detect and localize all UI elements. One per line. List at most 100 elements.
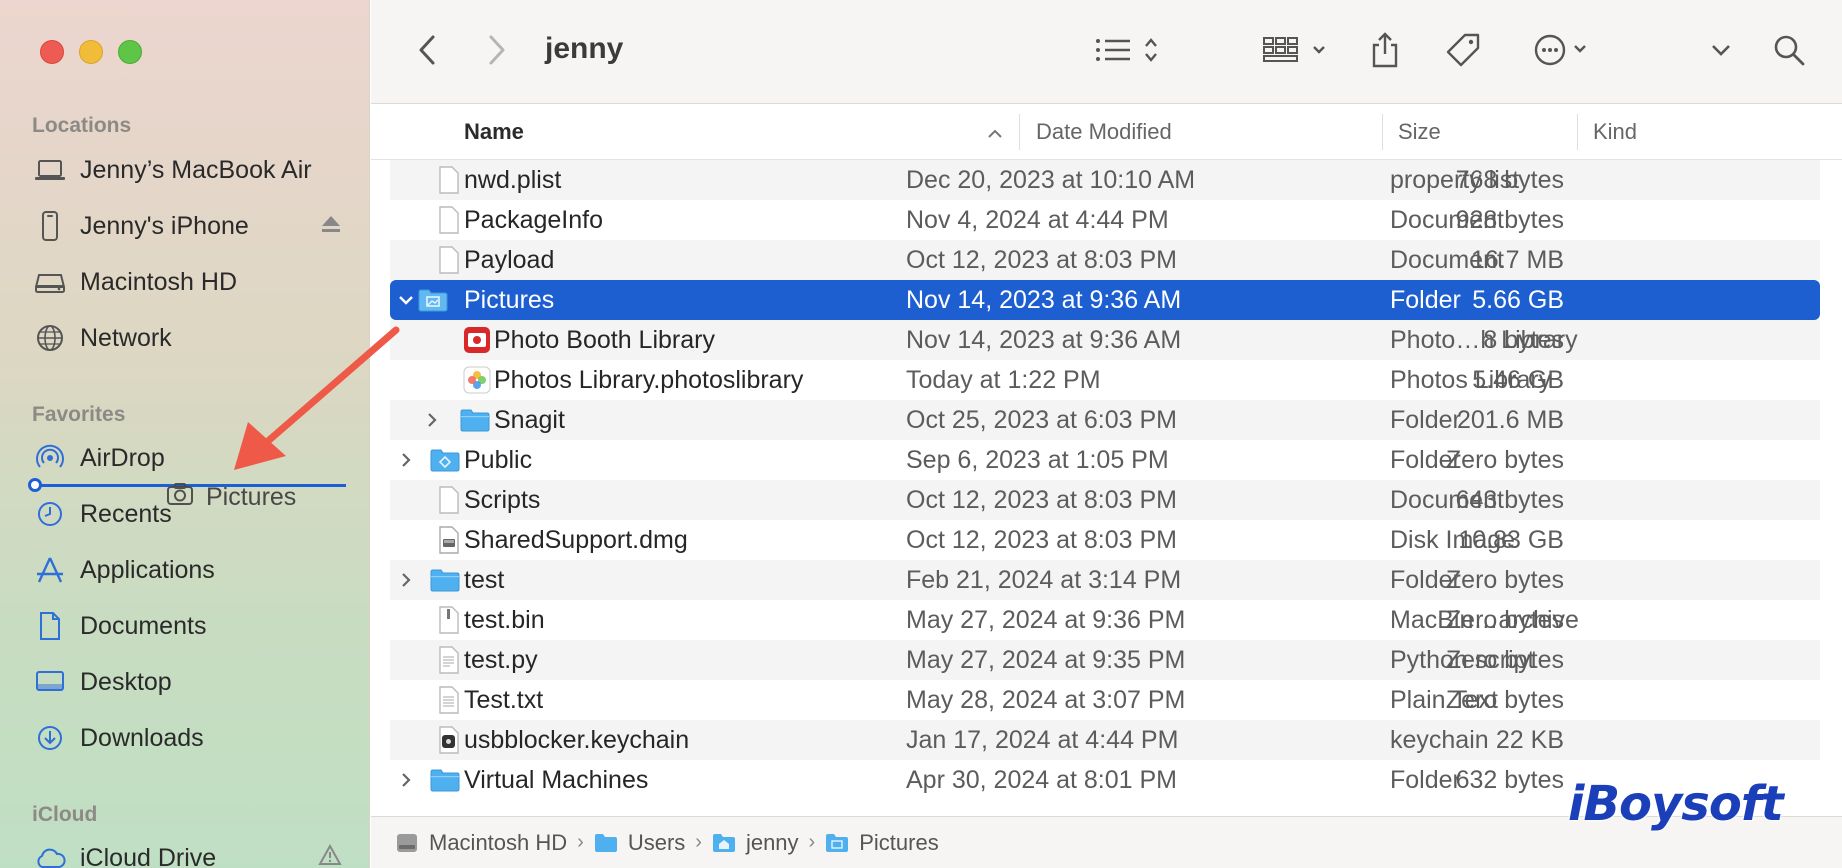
- column-date-header[interactable]: Date Modified: [1036, 119, 1172, 145]
- toolbar-overflow-button[interactable]: [1699, 30, 1743, 74]
- file-row-nwd-plist[interactable]: nwd.plist Dec 20, 2023 at 10:10 AM 768 b…: [390, 160, 1820, 200]
- photos-library-icon: [462, 364, 492, 396]
- disclosure-collapsed-icon[interactable]: [422, 410, 442, 430]
- clock-icon: [34, 498, 66, 530]
- file-size: 632 bytes: [1455, 765, 1564, 794]
- search-button[interactable]: [1767, 30, 1811, 74]
- sidebar-item-icloud-drive[interactable]: iCloud Drive: [34, 840, 354, 868]
- file-row-test-py[interactable]: test.py May 27, 2024 at 9:35 PM Zero byt…: [390, 640, 1820, 680]
- warning-icon: [318, 843, 342, 868]
- sidebar-item-network[interactable]: Network: [34, 320, 354, 356]
- script-icon: [434, 644, 464, 676]
- column-divider[interactable]: [1577, 114, 1578, 150]
- more-actions-button[interactable]: [1529, 30, 1599, 74]
- column-header: Name Date Modified Size Kind: [371, 104, 1842, 160]
- sidebar-item-macintosh-hd[interactable]: Macintosh HD: [34, 264, 354, 300]
- file-date: Oct 12, 2023 at 8:03 PM: [906, 485, 1177, 514]
- sidebar-item-applications[interactable]: Applications: [34, 552, 354, 588]
- file-row-snagit[interactable]: Snagit Oct 25, 2023 at 6:03 PM 201.6 MB …: [390, 400, 1820, 440]
- sidebar-item-iphone[interactable]: Jenny's iPhone: [34, 208, 354, 244]
- file-row-usbblocker-keychain[interactable]: usbblocker.keychain Jan 17, 2024 at 4:44…: [390, 720, 1820, 760]
- view-mode-button[interactable]: [1089, 30, 1169, 74]
- file-kind: Photo…h Library: [1390, 325, 1578, 354]
- forward-button[interactable]: [475, 30, 519, 74]
- search-icon: [1772, 33, 1806, 72]
- document-icon: [34, 610, 66, 642]
- file-row-photo-booth-library[interactable]: Photo Booth Library Nov 14, 2023 at 9:36…: [390, 320, 1820, 360]
- chevron-right-icon: ›: [695, 831, 702, 853]
- path-segment-macintosh-hd[interactable]: Macintosh HD: [395, 830, 567, 856]
- disclosure-collapsed-icon[interactable]: [396, 450, 416, 470]
- sidebar-item-macbook[interactable]: Jenny’s MacBook Air: [34, 152, 354, 188]
- path-segment-pictures[interactable]: Pictures: [825, 829, 939, 856]
- file-row-test[interactable]: test Feb 21, 2024 at 3:14 PM Zero bytes …: [390, 560, 1820, 600]
- photo-booth-icon: [462, 324, 492, 356]
- close-window-button[interactable]: [40, 40, 64, 64]
- file-row-test-bin[interactable]: test.bin May 27, 2024 at 9:36 PM Zero by…: [390, 600, 1820, 640]
- sidebar-item-label: AirDrop: [80, 443, 165, 472]
- disclosure-expanded-icon[interactable]: [396, 290, 416, 310]
- disclosure-collapsed-icon[interactable]: [396, 770, 416, 790]
- sort-ascending-icon[interactable]: [987, 126, 1003, 144]
- desktop-icon: [34, 666, 66, 698]
- file-kind: Folder: [1390, 285, 1461, 314]
- file-row-scripts[interactable]: Scripts Oct 12, 2023 at 8:03 PM 643 byte…: [390, 480, 1820, 520]
- sidebar-item-airdrop[interactable]: AirDrop: [34, 440, 354, 476]
- share-button[interactable]: [1363, 30, 1407, 74]
- tag-icon: [1445, 32, 1481, 73]
- file-icon: [434, 204, 464, 236]
- toolbar: jenny: [371, 0, 1842, 104]
- file-row-packageinfo[interactable]: PackageInfo Nov 4, 2024 at 4:44 PM 928 b…: [390, 200, 1820, 240]
- applications-icon: [34, 554, 66, 586]
- file-name: Public: [464, 445, 533, 474]
- disk-icon: [34, 266, 66, 298]
- file-row-payload[interactable]: Payload Oct 12, 2023 at 8:03 PM 16.7 MB …: [390, 240, 1820, 280]
- minimize-window-button[interactable]: [79, 40, 103, 64]
- file-kind: Photos Library: [1390, 365, 1552, 394]
- tag-button[interactable]: [1441, 30, 1485, 74]
- eject-icon[interactable]: [320, 212, 342, 241]
- file-row-test-txt[interactable]: Test.txt May 28, 2024 at 3:07 PM Zero by…: [390, 680, 1820, 720]
- chevron-right-icon: [487, 34, 507, 71]
- disclosure-collapsed-icon[interactable]: [396, 570, 416, 590]
- sidebar-section-locations: Locations: [32, 114, 132, 137]
- file-row-photos-library[interactable]: Photos Library.photoslibrary Today at 1:…: [390, 360, 1820, 400]
- laptop-icon: [34, 154, 66, 186]
- path-segment-label: Pictures: [859, 829, 939, 855]
- column-size-header[interactable]: Size: [1398, 119, 1441, 145]
- file-name: PackageInfo: [464, 205, 603, 234]
- cloud-icon: [34, 842, 66, 868]
- sidebar-item-label: Jenny's iPhone: [80, 211, 249, 240]
- sidebar: Locations Jenny’s MacBook Air Jenny's iP…: [0, 0, 370, 868]
- file-name: test.py: [464, 645, 538, 674]
- watermark-logo: iBoysoft: [1568, 776, 1784, 832]
- zoom-window-button[interactable]: [118, 40, 142, 64]
- back-button[interactable]: [405, 30, 449, 74]
- file-kind: Folder: [1390, 405, 1461, 434]
- sidebar-item-desktop[interactable]: Desktop: [34, 664, 354, 700]
- path-segment-label: Users: [627, 829, 686, 855]
- camera-icon: [166, 482, 196, 512]
- pictures-folder-icon: [825, 831, 851, 855]
- sidebar-item-documents[interactable]: Documents: [34, 608, 354, 644]
- path-segment-users[interactable]: Users: [594, 830, 685, 856]
- file-icon: [434, 484, 464, 516]
- column-kind-header[interactable]: Kind: [1593, 119, 1637, 145]
- file-kind: Document: [1390, 485, 1504, 514]
- file-date: Oct 12, 2023 at 8:03 PM: [906, 525, 1177, 554]
- file-date: May 27, 2024 at 9:36 PM: [906, 605, 1186, 634]
- group-button[interactable]: [1257, 30, 1337, 74]
- column-divider[interactable]: [1382, 114, 1383, 150]
- path-segment-jenny[interactable]: jenny: [712, 830, 799, 856]
- file-date: May 27, 2024 at 9:35 PM: [906, 645, 1186, 674]
- sidebar-item-downloads[interactable]: Downloads: [34, 720, 354, 756]
- file-row-sharedsupport-dmg[interactable]: SharedSupport.dmg Oct 12, 2023 at 8:03 P…: [390, 520, 1820, 560]
- file-name: test: [464, 565, 505, 594]
- file-date: Nov 14, 2023 at 9:36 AM: [906, 285, 1182, 314]
- column-divider[interactable]: [1019, 114, 1020, 150]
- drag-ghost-pictures: Pictures: [166, 482, 296, 512]
- column-name-header[interactable]: Name: [464, 119, 524, 145]
- file-row-public[interactable]: Public Sep 6, 2023 at 1:05 PM Zero bytes…: [390, 440, 1820, 480]
- file-name: test.bin: [464, 605, 545, 634]
- file-row-pictures[interactable]: Pictures Nov 14, 2023 at 9:36 AM 5.66 GB…: [390, 280, 1820, 320]
